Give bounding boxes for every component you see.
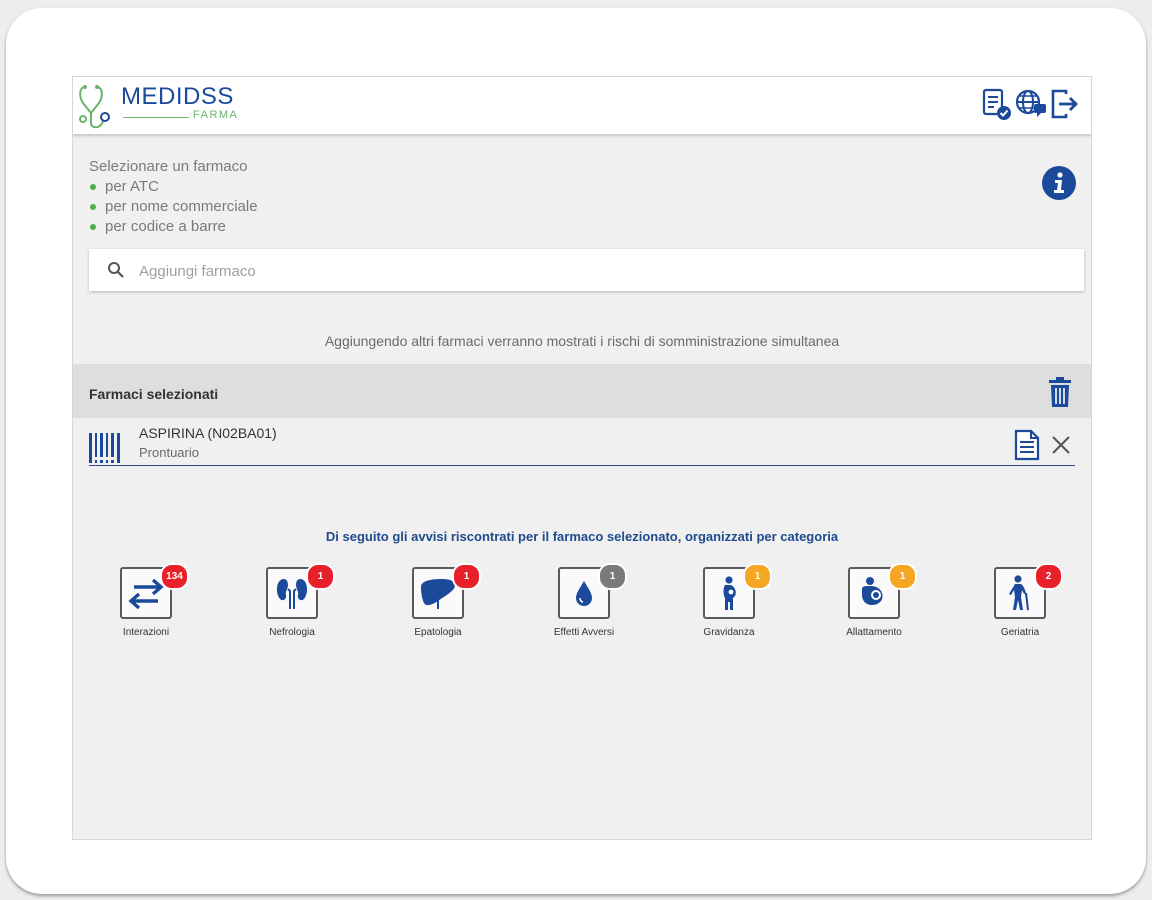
- category-interactions[interactable]: 134 Interazioni: [93, 563, 203, 647]
- category-label: Epatologia: [414, 627, 462, 638]
- option-barcode: per codice a barre: [89, 217, 258, 237]
- selected-drug-row[interactable]: ASPIRINA (N02BA01) Prontuario: [89, 423, 1075, 466]
- barcode-icon: [89, 433, 120, 463]
- info-icon: [1042, 166, 1076, 200]
- option-atc: per ATC: [89, 177, 258, 197]
- logout-button[interactable]: [1049, 87, 1081, 121]
- selection-instructions: Selezionare un farmaco per ATC per nome …: [89, 157, 258, 237]
- category-label: Allattamento: [846, 627, 902, 638]
- bullet-icon: [90, 204, 96, 210]
- drug-sheet-icon[interactable]: [1013, 429, 1041, 461]
- category-geriatrics[interactable]: 2 Geriatria: [967, 563, 1077, 647]
- app-screen: MEDIDSS FARMA Selezionare un farmaco per…: [72, 76, 1092, 840]
- drug-source: Prontuario: [139, 445, 199, 460]
- category-breastfeeding[interactable]: 1 Allattamento: [821, 563, 931, 647]
- alert-count-badge: 1: [452, 563, 481, 590]
- alerts-title: Di seguito gli avvisi riscontrati per il…: [325, 529, 839, 544]
- language-button[interactable]: [1015, 87, 1047, 121]
- simultaneous-risk-hint: Aggiungendo altri farmaci verranno mostr…: [324, 333, 840, 349]
- drug-name: ASPIRINA (N02BA01): [139, 425, 277, 441]
- category-nephrology[interactable]: 1 Nefrologia: [239, 563, 349, 647]
- option-label: per codice a barre: [105, 218, 226, 235]
- logout-icon: [1051, 89, 1078, 119]
- globe-chat-icon: [1015, 89, 1046, 117]
- report-button[interactable]: [981, 87, 1013, 121]
- close-icon[interactable]: [1049, 433, 1073, 457]
- alert-count-badge: 1: [888, 563, 917, 590]
- option-commercial-name: per nome commerciale: [89, 197, 258, 217]
- report-icon: [982, 88, 1011, 120]
- option-label: per nome commerciale: [105, 198, 258, 215]
- app-brand-name: MEDIDSS: [121, 83, 234, 110]
- alert-count-badge: 2: [1034, 563, 1063, 590]
- alert-count-badge: 1: [598, 563, 627, 590]
- alert-count-badge: 1: [743, 563, 772, 590]
- search-icon: [108, 262, 124, 278]
- category-label: Geriatria: [1000, 627, 1040, 638]
- stethoscope-logo-icon: [79, 85, 110, 129]
- device-frame: MEDIDSS FARMA Selezionare un farmaco per…: [6, 8, 1146, 894]
- bullet-icon: [90, 224, 96, 230]
- selected-drugs-header: Farmaci selezionati: [73, 364, 1091, 418]
- drug-search-bar[interactable]: [89, 249, 1084, 293]
- category-label: Nefrologia: [269, 627, 315, 638]
- top-bar: MEDIDSS FARMA: [73, 77, 1091, 134]
- category-label: Gravidanza: [703, 627, 755, 638]
- category-label: Effetti Avversi: [553, 627, 615, 638]
- category-hepatology[interactable]: 1 Epatologia: [385, 563, 495, 647]
- selection-options: per ATC per nome commerciale per codice …: [89, 177, 258, 237]
- alert-count-badge: 1: [306, 563, 335, 590]
- category-label: Interazioni: [122, 627, 170, 638]
- brand-divider: [123, 117, 189, 118]
- selected-drugs-title: Farmaci selezionati: [89, 386, 219, 402]
- category-adverse-effects[interactable]: 1 Effetti Avversi: [531, 563, 641, 647]
- bullet-icon: [90, 184, 96, 190]
- alert-count-badge: 134: [160, 563, 189, 590]
- option-label: per ATC: [105, 178, 159, 195]
- category-pregnancy[interactable]: 1 Gravidanza: [676, 563, 786, 647]
- app-brand-sub: FARMA: [193, 109, 239, 121]
- trash-icon[interactable]: [1047, 376, 1073, 408]
- info-button[interactable]: [1041, 165, 1077, 201]
- drug-search-input[interactable]: [137, 249, 1041, 293]
- instructions-title: Selezionare un farmaco: [89, 158, 248, 175]
